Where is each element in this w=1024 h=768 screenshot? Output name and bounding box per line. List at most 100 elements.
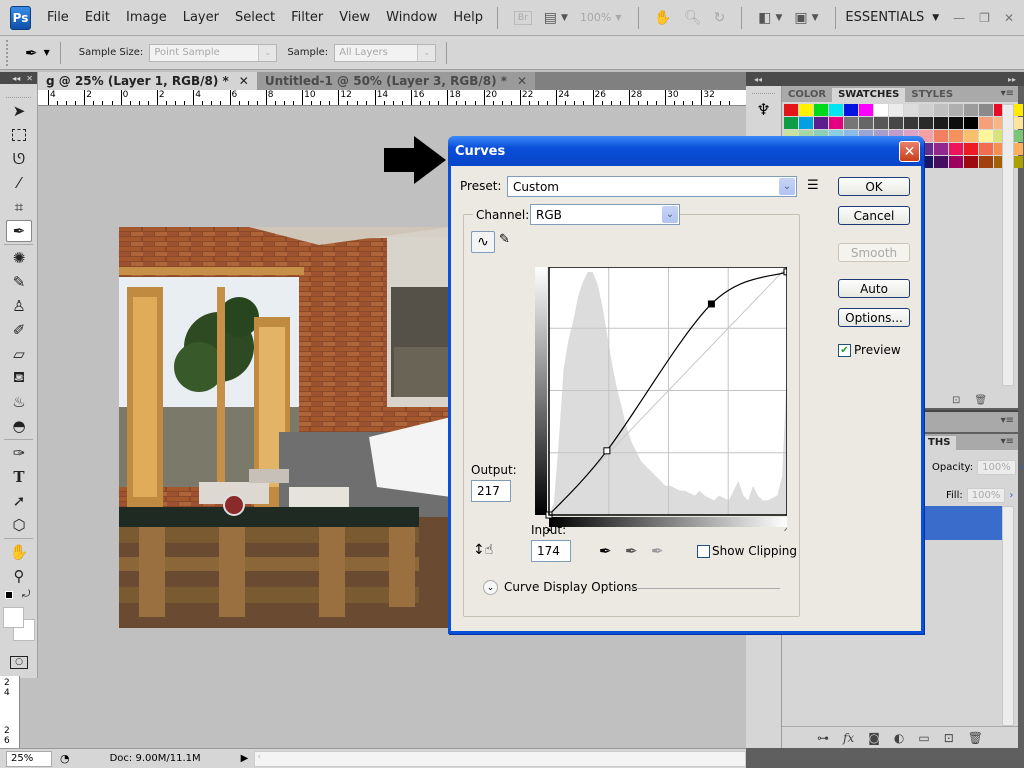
layer-style-fx-icon[interactable]: fx bbox=[843, 731, 854, 745]
preview-checkbox[interactable]: ✔ bbox=[838, 344, 851, 357]
swatch[interactable] bbox=[934, 156, 948, 168]
swatch[interactable] bbox=[874, 117, 888, 129]
swatch[interactable] bbox=[784, 117, 798, 129]
swatch[interactable] bbox=[964, 143, 978, 155]
gray-point-eyedropper-icon[interactable]: ✒ bbox=[625, 542, 638, 560]
opacity-slider-arrow-icon[interactable]: › bbox=[1020, 462, 1024, 473]
panel-menu-icon[interactable]: ▾≡ bbox=[1001, 88, 1014, 99]
tab-paths[interactable]: THS bbox=[922, 436, 957, 450]
swatch[interactable] bbox=[859, 104, 873, 116]
shape-tool-icon[interactable]: ⬡ bbox=[6, 514, 32, 536]
swatch[interactable] bbox=[979, 117, 993, 129]
workspace-switcher[interactable]: ESSENTIALS ▼ — ❐ ✕ bbox=[845, 10, 1014, 25]
menu-image[interactable]: Image bbox=[126, 10, 167, 25]
swatch[interactable] bbox=[844, 104, 858, 116]
paint-bucket-tool-icon[interactable]: ⛾ bbox=[6, 367, 32, 389]
rotate-view-icon[interactable]: ↻ bbox=[714, 10, 726, 26]
swatch[interactable] bbox=[934, 143, 948, 155]
tab-untitled-1[interactable]: Untitled-1 @ 50% (Layer 3, RGB/8) * ✕ bbox=[256, 72, 536, 90]
swatch[interactable] bbox=[949, 143, 963, 155]
close-icon[interactable]: ✕ bbox=[1004, 11, 1014, 25]
move-tool-icon[interactable]: ➤ bbox=[6, 100, 32, 122]
swap-colors-icon[interactable]: ⤾ bbox=[22, 589, 30, 600]
dodge-tool-icon[interactable]: ◓ bbox=[6, 415, 32, 437]
swatch[interactable] bbox=[799, 104, 813, 116]
swatch[interactable] bbox=[949, 130, 963, 142]
add-mask-icon[interactable]: ◙ bbox=[868, 731, 880, 745]
white-point-eyedropper-icon[interactable]: ✒ bbox=[651, 542, 664, 560]
dialog-titlebar[interactable]: Curves ✕ bbox=[448, 136, 924, 166]
adjustment-layer-icon[interactable]: ◐ bbox=[894, 731, 904, 745]
sample-size-select[interactable]: Point Sample ⌄ bbox=[149, 43, 278, 62]
preset-select[interactable]: Custom ⌄ bbox=[507, 176, 797, 197]
tool-presets-icon[interactable]: ♆ bbox=[746, 100, 781, 119]
swatch[interactable] bbox=[829, 117, 843, 129]
status-info-icon[interactable]: ◔ bbox=[60, 752, 70, 765]
expand-icon[interactable]: ▸▸ bbox=[1008, 75, 1016, 84]
hand-tool-icon[interactable]: ✋ bbox=[6, 541, 32, 563]
path-selection-tool-icon[interactable]: ➚ bbox=[6, 490, 32, 512]
new-swatch-icon[interactable]: ⊡ bbox=[952, 395, 960, 406]
curve-point-mode-icon[interactable]: ∿ bbox=[471, 231, 495, 253]
link-layers-icon[interactable]: ⊶ bbox=[817, 731, 829, 745]
swatch[interactable] bbox=[889, 117, 903, 129]
swatch[interactable] bbox=[799, 117, 813, 129]
swatch[interactable] bbox=[949, 104, 963, 116]
swatch[interactable] bbox=[934, 117, 948, 129]
horizontal-scrollbar[interactable]: ‹ bbox=[254, 750, 746, 767]
eyedropper-tool-icon[interactable]: ✒ bbox=[6, 220, 32, 242]
sample-select[interactable]: All Layers ⌄ bbox=[334, 43, 437, 62]
black-point-eyedropper-icon[interactable]: ✒ bbox=[599, 542, 612, 560]
swatch[interactable] bbox=[859, 117, 873, 129]
swatch[interactable] bbox=[949, 156, 963, 168]
grip-handle[interactable] bbox=[6, 39, 9, 66]
restore-icon[interactable]: ❐ bbox=[979, 11, 990, 25]
default-colors-icon[interactable] bbox=[5, 591, 13, 599]
layers-scrollbar[interactable] bbox=[1002, 506, 1014, 726]
marquee-tool-icon[interactable] bbox=[6, 124, 32, 146]
curves-graph-svg[interactable] bbox=[535, 266, 793, 534]
collapse-icon[interactable]: ◂◂ bbox=[754, 75, 762, 84]
mini-bridge-icon[interactable]: ▤ ▼ bbox=[544, 10, 568, 26]
menu-select[interactable]: Select bbox=[235, 10, 275, 25]
clone-stamp-tool-icon[interactable]: ♙ bbox=[6, 295, 32, 317]
collapse-icon[interactable]: ◂◂ bbox=[12, 74, 20, 83]
opacity-field[interactable]: 100% bbox=[977, 460, 1016, 475]
channel-select[interactable]: RGB ⌄ bbox=[530, 204, 680, 225]
swatches-scrollbar[interactable] bbox=[1002, 104, 1014, 386]
arrange-documents-icon[interactable]: ◧ ▼ bbox=[758, 10, 782, 26]
menu-layer[interactable]: Layer bbox=[183, 10, 219, 25]
show-clipping-checkbox[interactable] bbox=[697, 545, 710, 558]
foreground-color[interactable] bbox=[3, 607, 24, 628]
menu-window[interactable]: Window bbox=[386, 10, 437, 25]
zoom-tool-icon[interactable]: ⚲ bbox=[6, 565, 32, 587]
swatch[interactable] bbox=[964, 130, 978, 142]
document-image[interactable] bbox=[119, 227, 451, 628]
cancel-button[interactable]: Cancel bbox=[838, 206, 910, 225]
swatch[interactable] bbox=[904, 104, 918, 116]
swatch[interactable] bbox=[904, 117, 918, 129]
on-image-adjust-icon[interactable]: ↕☝ bbox=[473, 542, 493, 558]
lasso-tool-icon[interactable]: ᘎ bbox=[6, 148, 32, 170]
panel-menu-icon[interactable]: ▾≡ bbox=[1001, 436, 1014, 447]
blur-tool-icon[interactable]: ♨ bbox=[6, 391, 32, 413]
status-menu-arrow-icon[interactable]: ▶ bbox=[241, 753, 249, 764]
options-button[interactable]: Options... bbox=[838, 308, 910, 327]
minimize-icon[interactable]: — bbox=[953, 11, 965, 25]
auto-button[interactable]: Auto bbox=[838, 279, 910, 298]
menu-file[interactable]: File bbox=[47, 10, 69, 25]
swatch[interactable] bbox=[964, 156, 978, 168]
pencil-draw-mode-icon[interactable]: ✎ bbox=[499, 232, 510, 247]
swatch[interactable] bbox=[979, 143, 993, 155]
tab-swatches[interactable]: SWATCHES bbox=[832, 88, 906, 102]
magic-wand-tool-icon[interactable]: ⁄ bbox=[6, 172, 32, 194]
crop-tool-icon[interactable]: ⌗ bbox=[6, 196, 32, 218]
history-brush-tool-icon[interactable]: ✐ bbox=[6, 319, 32, 341]
swatch[interactable] bbox=[814, 117, 828, 129]
close-tab-icon[interactable]: ✕ bbox=[239, 74, 249, 88]
swatch[interactable] bbox=[979, 156, 993, 168]
fill-slider-arrow-icon[interactable]: › bbox=[1009, 490, 1013, 501]
smooth-button[interactable]: Smooth bbox=[838, 243, 910, 262]
menu-edit[interactable]: Edit bbox=[85, 10, 110, 25]
new-layer-icon[interactable]: ⊡ bbox=[944, 731, 954, 745]
